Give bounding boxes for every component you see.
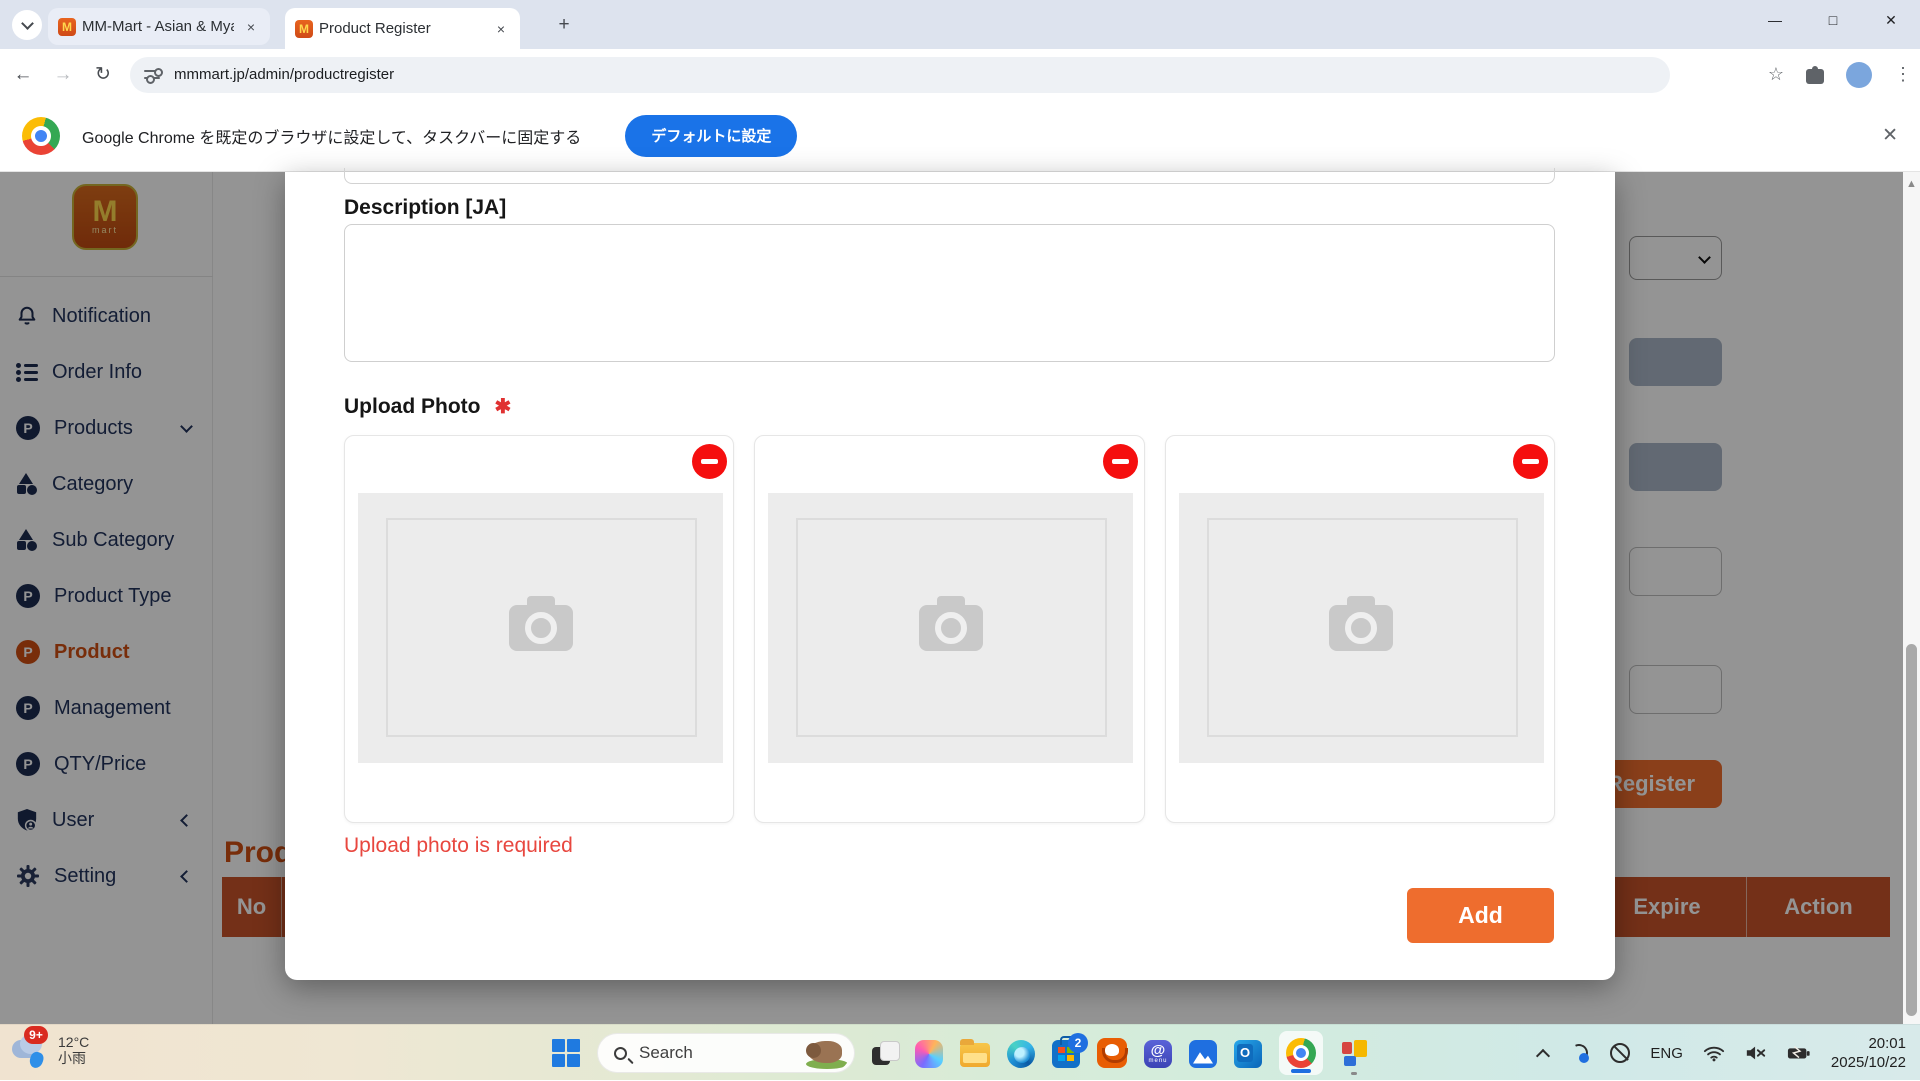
mm-mart-favicon: M xyxy=(58,18,76,36)
maximize-button[interactable]: □ xyxy=(1804,0,1862,40)
upload-photo-label: Upload Photo xyxy=(344,395,480,419)
sync-update-icon[interactable] xyxy=(1568,1042,1590,1064)
search-icon xyxy=(614,1047,627,1060)
at-symbol: @ xyxy=(1151,1044,1166,1058)
scrollbar-thumb[interactable] xyxy=(1906,644,1917,1016)
bookmark-star-icon[interactable]: ☆ xyxy=(1768,64,1784,85)
chrome-logo-icon xyxy=(22,117,60,155)
support-app-icon[interactable] xyxy=(1097,1038,1127,1068)
copilot-icon[interactable] xyxy=(915,1040,943,1068)
new-tab-button[interactable]: + xyxy=(552,13,576,37)
address-bar[interactable]: mmmart.jp/admin/productregister xyxy=(130,57,1670,93)
forward-button[interactable]: → xyxy=(46,58,80,92)
description-ja-textarea[interactable] xyxy=(344,224,1555,362)
minimize-button[interactable]: — xyxy=(1746,0,1804,40)
photo-placeholder[interactable] xyxy=(1179,493,1544,763)
infobar-message: Google Chrome を既定のブラウザに設定して、タスクバーに固定する xyxy=(82,124,581,148)
close-tab-icon[interactable]: × xyxy=(492,21,510,37)
photo-placeholder[interactable] xyxy=(358,493,723,763)
menu-app-icon[interactable]: @ menu xyxy=(1144,1040,1172,1068)
chevron-down-icon xyxy=(21,17,34,30)
menu-dots-icon[interactable]: ⋮ xyxy=(1894,64,1912,85)
file-explorer-icon[interactable] xyxy=(960,1043,990,1067)
camera-icon xyxy=(1329,605,1393,651)
upload-required-error: Upload photo is required xyxy=(344,834,573,858)
tray-chevron-up-icon[interactable] xyxy=(1536,1048,1550,1062)
photo-placeholder[interactable] xyxy=(768,493,1133,763)
store-badge: 2 xyxy=(1068,1033,1088,1053)
volume-muted-icon[interactable] xyxy=(1745,1044,1767,1062)
camera-icon xyxy=(509,605,573,651)
tab-title: MM-Mart - Asian & Myanmar G xyxy=(82,18,234,35)
required-asterisk-icon: ✱ xyxy=(494,394,511,419)
photo-upload-slot-3[interactable] xyxy=(1165,435,1555,823)
wifi-icon[interactable] xyxy=(1703,1044,1725,1062)
extensions-icon[interactable] xyxy=(1806,66,1824,84)
do-not-disturb-off-icon[interactable] xyxy=(1610,1043,1630,1063)
tab-mm-mart[interactable]: M MM-Mart - Asian & Myanmar G × xyxy=(48,8,270,45)
active-app-indicator xyxy=(1291,1069,1311,1073)
page-content: M mart Notification Order Info P Product… xyxy=(0,172,1920,1024)
upload-photo-label-row: Upload Photo ✱ xyxy=(344,394,511,419)
profile-avatar[interactable] xyxy=(1846,62,1872,88)
language-indicator[interactable]: ENG xyxy=(1650,1045,1683,1062)
photo-upload-row xyxy=(344,435,1555,823)
photo-upload-slot-2[interactable] xyxy=(754,435,1144,823)
infobar-close-icon[interactable]: ✕ xyxy=(1882,124,1898,147)
widgets-app-icon[interactable] xyxy=(1340,1040,1368,1068)
truncated-input-field[interactable] xyxy=(344,168,1555,184)
chrome-taskbar-icon-active[interactable] xyxy=(1279,1031,1323,1075)
url-text[interactable]: mmmart.jp/admin/productregister xyxy=(174,66,394,83)
microsoft-store-icon[interactable]: 2 xyxy=(1052,1040,1080,1068)
clock-date: 2025/10/22 xyxy=(1831,1053,1906,1072)
site-settings-icon[interactable] xyxy=(144,68,162,82)
add-button[interactable]: Add xyxy=(1407,888,1554,943)
scroll-up-arrow-icon[interactable]: ▲ xyxy=(1906,178,1917,190)
menu-subtext: menu xyxy=(1148,1058,1167,1064)
clock-time: 20:01 xyxy=(1831,1034,1906,1053)
remove-photo-icon[interactable] xyxy=(1103,444,1138,479)
back-button[interactable]: ← xyxy=(6,58,40,92)
search-placeholder: Search xyxy=(639,1043,804,1063)
taskbar-search-box[interactable]: Search xyxy=(597,1033,855,1073)
task-view-button[interactable] xyxy=(872,1041,898,1067)
search-highlight-animal-image xyxy=(804,1035,850,1071)
edge-browser-icon[interactable] xyxy=(1007,1040,1035,1068)
close-window-button[interactable]: ✕ xyxy=(1862,0,1920,40)
taskbar-clock[interactable]: 20:01 2025/10/22 xyxy=(1831,1034,1906,1072)
outlook-icon[interactable] xyxy=(1234,1040,1262,1068)
close-tab-icon[interactable]: × xyxy=(242,19,260,35)
start-button[interactable] xyxy=(552,1039,580,1067)
tab-product-register[interactable]: M Product Register × xyxy=(285,8,520,49)
tab-search-button[interactable] xyxy=(12,10,42,40)
windows-taskbar: 9+ 12°C 小雨 Search 2 @ menu xyxy=(0,1024,1920,1080)
camera-icon xyxy=(919,605,983,651)
photo-upload-slot-1[interactable] xyxy=(344,435,734,823)
page-scrollbar[interactable]: ▲ xyxy=(1903,172,1920,1024)
remove-photo-icon[interactable] xyxy=(692,444,727,479)
description-ja-label: Description [JA] xyxy=(344,196,506,220)
remove-photo-icon[interactable] xyxy=(1513,444,1548,479)
battery-icon[interactable] xyxy=(1787,1044,1811,1062)
reload-button[interactable]: ↻ xyxy=(86,58,120,92)
set-default-button[interactable]: デフォルトに設定 xyxy=(625,115,797,157)
browser-toolbar: ← → ↻ mmmart.jp/admin/productregister xyxy=(0,49,1920,100)
chrome-logo-icon xyxy=(1286,1038,1316,1068)
system-tray: ENG 20:01 2025/10/22 xyxy=(1538,1025,1920,1081)
product-register-modal: Description [JA] Upload Photo ✱ Upload p… xyxy=(285,172,1615,980)
photos-app-icon[interactable] xyxy=(1189,1040,1217,1068)
tab-title: Product Register xyxy=(319,20,484,37)
browser-tab-strip: M MM-Mart - Asian & Myanmar G × M Produc… xyxy=(0,0,1920,49)
mm-mart-favicon: M xyxy=(295,20,313,38)
default-browser-infobar: Google Chrome を既定のブラウザに設定して、タスクバーに固定する デ… xyxy=(0,100,1920,172)
